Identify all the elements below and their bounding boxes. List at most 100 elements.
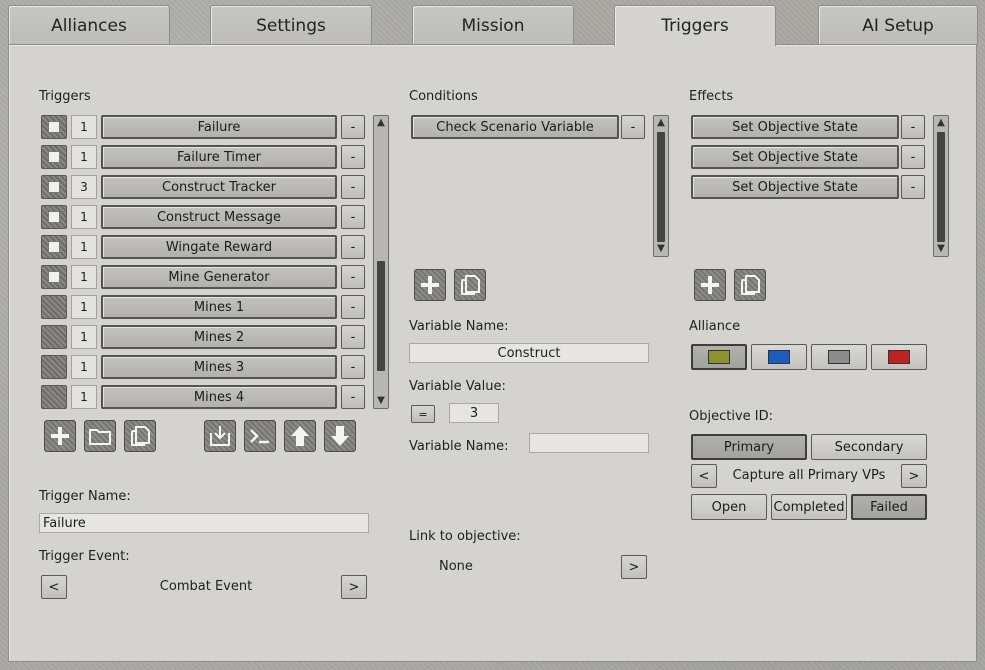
tab-settings[interactable]: Settings xyxy=(210,5,372,45)
trigger-enabled-checkbox[interactable] xyxy=(41,145,67,169)
alliance-swatch[interactable] xyxy=(751,344,807,370)
state-open-button[interactable]: Open xyxy=(691,494,767,520)
trigger-enabled-checkbox[interactable] xyxy=(41,355,67,379)
trigger-enabled-checkbox[interactable] xyxy=(41,175,67,199)
scroll-up-icon[interactable]: ▲ xyxy=(655,117,667,129)
tab-triggers[interactable]: Triggers xyxy=(614,5,776,46)
objective-next-button[interactable]: > xyxy=(901,464,927,488)
triggers-heading: Triggers xyxy=(39,89,91,104)
effect-item[interactable]: Set Objective State xyxy=(691,145,899,169)
condition-list-scrollbar[interactable]: ▲ ▼ xyxy=(653,115,669,257)
variable-name-label: Variable Name: xyxy=(409,319,509,334)
trigger-enabled-checkbox[interactable] xyxy=(41,385,67,409)
variable-name-input-2[interactable] xyxy=(529,433,649,453)
trigger-name-label: Trigger Name: xyxy=(39,489,131,504)
trigger-item[interactable]: Mines 3 xyxy=(101,355,337,379)
trigger-enabled-checkbox[interactable] xyxy=(41,205,67,229)
remove-trigger-button[interactable]: - xyxy=(341,145,365,169)
trigger-enabled-checkbox[interactable] xyxy=(41,235,67,259)
tab-ai-setup[interactable]: AI Setup xyxy=(818,5,978,45)
variable-value-label: Variable Value: xyxy=(409,379,506,394)
remove-condition-button[interactable]: - xyxy=(621,115,645,139)
primary-button[interactable]: Primary xyxy=(691,434,807,460)
trigger-event-value: Combat Event xyxy=(159,579,253,594)
alliance-swatch[interactable] xyxy=(691,344,747,370)
remove-trigger-button[interactable]: - xyxy=(341,355,365,379)
move-up-button[interactable] xyxy=(284,420,316,452)
copy-icon xyxy=(741,275,760,295)
trigger-enabled-checkbox[interactable] xyxy=(41,325,67,349)
scroll-thumb[interactable] xyxy=(377,261,385,371)
trigger-item[interactable]: Mines 4 xyxy=(101,385,337,409)
folder-trigger-button[interactable] xyxy=(84,420,116,452)
scroll-down-icon[interactable]: ▼ xyxy=(935,243,947,255)
plus-icon xyxy=(421,276,439,294)
state-completed-button[interactable]: Completed xyxy=(771,494,847,520)
effect-list-scrollbar[interactable]: ▲ ▼ xyxy=(933,115,949,257)
trigger-item[interactable]: Wingate Reward xyxy=(101,235,337,259)
trigger-enabled-checkbox[interactable] xyxy=(41,115,67,139)
scroll-up-icon[interactable]: ▲ xyxy=(935,117,947,129)
add-effect-button[interactable] xyxy=(694,269,726,301)
trigger-item[interactable]: Failure xyxy=(101,115,337,139)
trigger-list-scrollbar[interactable]: ▲ ▼ xyxy=(373,115,389,409)
checkbox-box xyxy=(48,151,60,163)
trigger-name-input[interactable]: Failure xyxy=(39,513,369,533)
import-trigger-button[interactable] xyxy=(204,420,236,452)
conditions-heading: Conditions xyxy=(409,89,478,104)
operator-button[interactable]: = xyxy=(411,405,435,423)
remove-trigger-button[interactable]: - xyxy=(341,295,365,319)
copy-effect-button[interactable] xyxy=(734,269,766,301)
link-objective-next-button[interactable]: > xyxy=(621,555,647,579)
remove-trigger-button[interactable]: - xyxy=(341,235,365,259)
effects-heading: Effects xyxy=(689,89,734,104)
trigger-enabled-checkbox[interactable] xyxy=(41,295,67,319)
move-down-button[interactable] xyxy=(324,420,356,452)
trigger-item[interactable]: Mines 1 xyxy=(101,295,337,319)
scroll-thumb[interactable] xyxy=(657,132,665,242)
variable-value-input[interactable]: 3 xyxy=(449,403,499,423)
variable-name-input[interactable]: Construct xyxy=(409,343,649,363)
copy-icon xyxy=(461,275,480,295)
scroll-up-icon[interactable]: ▲ xyxy=(375,117,387,129)
remove-effect-button[interactable]: - xyxy=(901,115,925,139)
trigger-item[interactable]: Construct Tracker xyxy=(101,175,337,199)
remove-trigger-button[interactable]: - xyxy=(341,265,365,289)
scroll-thumb[interactable] xyxy=(937,132,945,242)
alliance-label: Alliance xyxy=(689,319,741,334)
trigger-item[interactable]: Failure Timer xyxy=(101,145,337,169)
remove-effect-button[interactable]: - xyxy=(901,175,925,199)
event-next-button[interactable]: > xyxy=(341,575,367,599)
add-condition-button[interactable] xyxy=(414,269,446,301)
remove-trigger-button[interactable]: - xyxy=(341,385,365,409)
remove-effect-button[interactable]: - xyxy=(901,145,925,169)
remove-trigger-button[interactable]: - xyxy=(341,205,365,229)
trigger-item[interactable]: Construct Message xyxy=(101,205,337,229)
checkbox-box xyxy=(48,181,60,193)
condition-item[interactable]: Check Scenario Variable xyxy=(411,115,619,139)
tab-mission[interactable]: Mission xyxy=(412,5,574,45)
scroll-down-icon[interactable]: ▼ xyxy=(655,243,667,255)
trigger-enabled-checkbox[interactable] xyxy=(41,265,67,289)
copy-trigger-button[interactable] xyxy=(124,420,156,452)
trigger-item[interactable]: Mines 2 xyxy=(101,325,337,349)
alliance-swatch[interactable] xyxy=(811,344,867,370)
import-icon xyxy=(210,426,230,446)
event-prev-button[interactable]: < xyxy=(41,575,67,599)
copy-condition-button[interactable] xyxy=(454,269,486,301)
secondary-button[interactable]: Secondary xyxy=(811,434,927,460)
remove-trigger-button[interactable]: - xyxy=(341,325,365,349)
effect-item[interactable]: Set Objective State xyxy=(691,175,899,199)
remove-trigger-button[interactable]: - xyxy=(341,175,365,199)
console-trigger-button[interactable] xyxy=(244,420,276,452)
effect-item[interactable]: Set Objective State xyxy=(691,115,899,139)
state-failed-button[interactable]: Failed xyxy=(851,494,927,520)
add-trigger-button[interactable] xyxy=(44,420,76,452)
trigger-item[interactable]: Mine Generator xyxy=(101,265,337,289)
tab-alliances[interactable]: Alliances xyxy=(8,5,170,45)
remove-trigger-button[interactable]: - xyxy=(341,115,365,139)
alliance-swatch[interactable] xyxy=(871,344,927,370)
trigger-count: 1 xyxy=(71,295,97,319)
scroll-down-icon[interactable]: ▼ xyxy=(375,395,387,407)
objective-prev-button[interactable]: < xyxy=(691,464,717,488)
